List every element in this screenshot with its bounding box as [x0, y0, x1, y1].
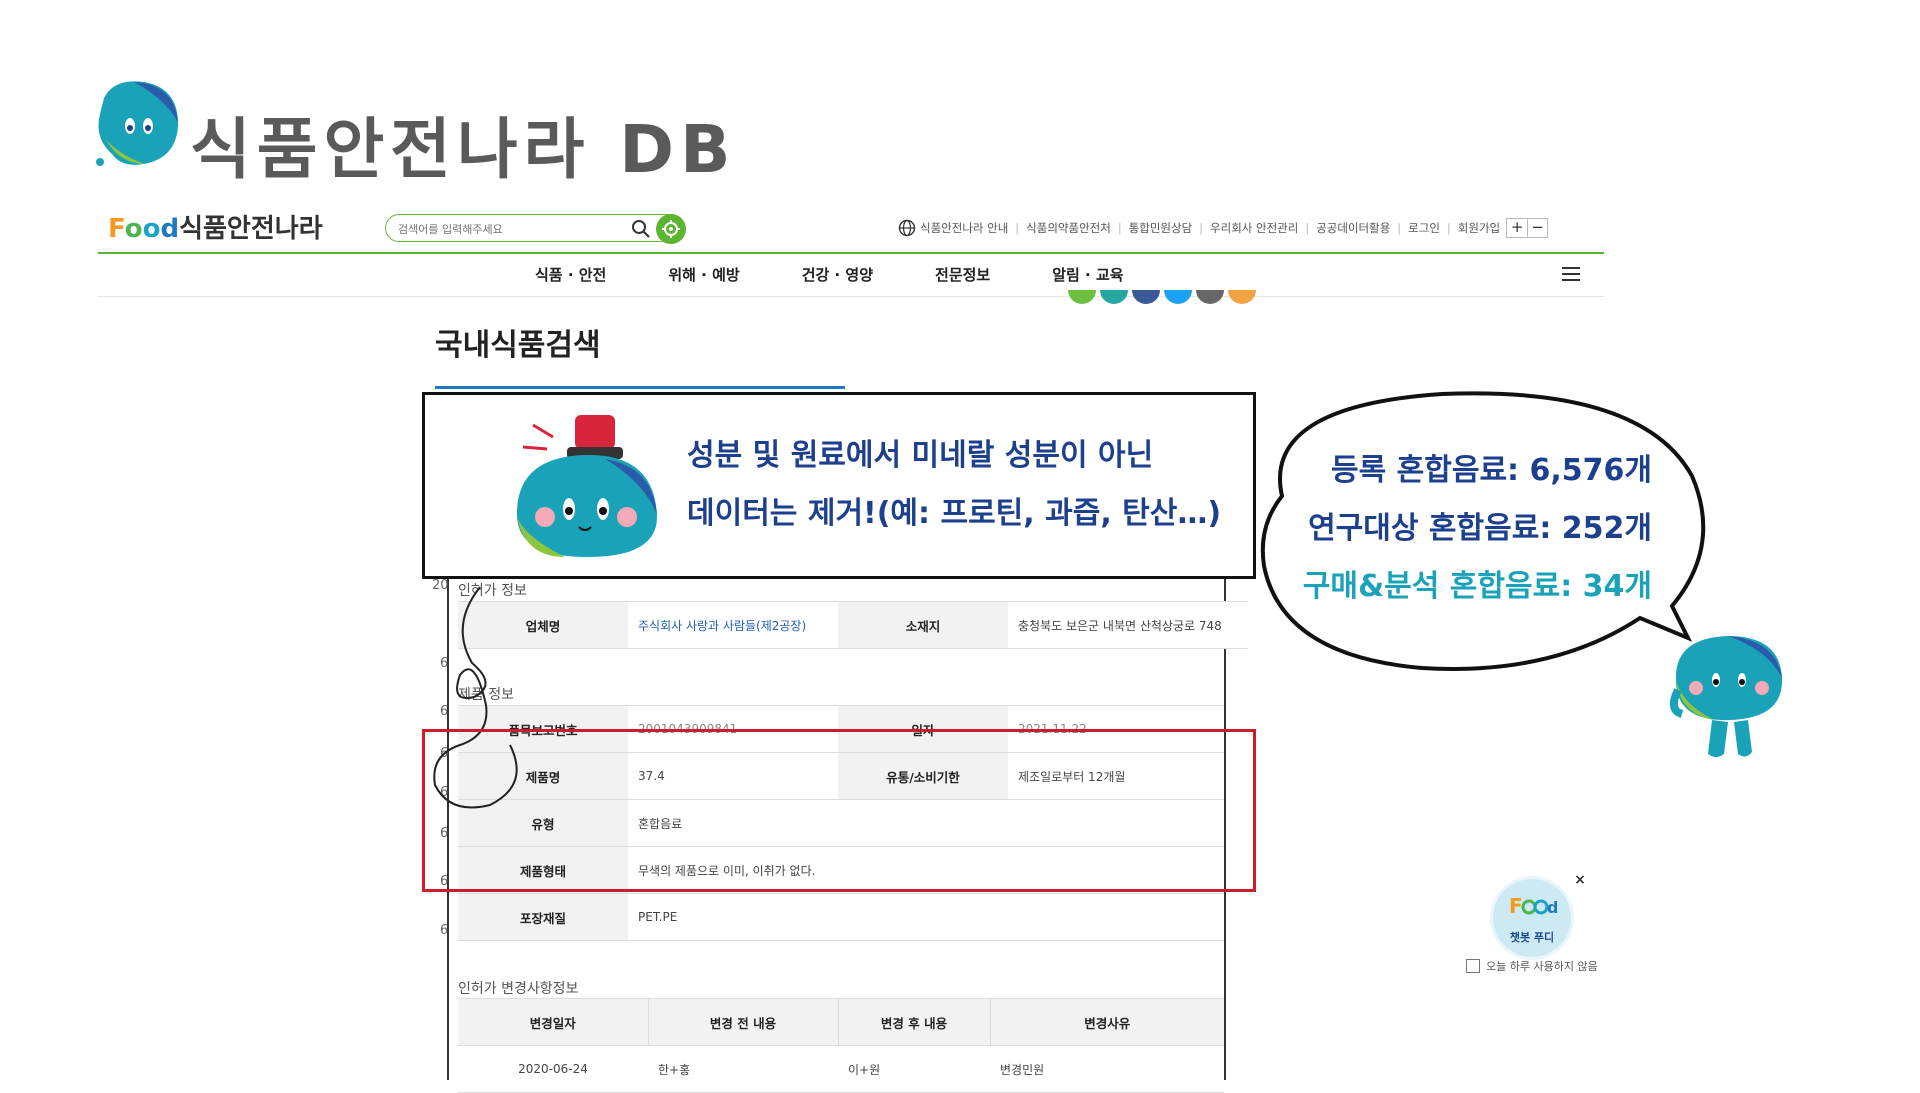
nav-expert-info[interactable]: 전문정보: [935, 264, 990, 285]
share-blog-icon[interactable]: [1196, 290, 1224, 304]
header-packaging: 포장재질: [458, 893, 628, 941]
no-show-label: 오늘 하루 사용하지 않음: [1486, 960, 1598, 973]
callout-box: 성분 및 원료에서 미네랄 성분이 아닌 데이터는 제거!(예: 프로틴, 과즙…: [422, 392, 1256, 579]
search-settings-button[interactable]: [656, 214, 686, 244]
logo-letter-f: F: [108, 214, 125, 244]
col-change-date: 변경일자: [458, 998, 649, 1046]
nav-food-safety[interactable]: 식품 · 안전: [535, 264, 606, 285]
company-name-link[interactable]: 주식회사 사랑과 사람들(제2공장): [628, 601, 838, 649]
stat-registered: 등록 혼합음료: 6,576개: [1331, 453, 1652, 488]
page-heading: 국내식품검색: [435, 328, 601, 363]
zoom-in-button[interactable]: +: [1507, 219, 1527, 237]
no-show-today[interactable]: 오늘 하루 사용하지 않음: [1466, 958, 1598, 974]
heading-underline: [435, 386, 845, 389]
svg-text:F: F: [1509, 894, 1523, 918]
before-cell: 한+홍: [648, 1045, 838, 1093]
table-header-row: 변경일자 변경 전 내용 변경 후 내용 변경사유: [458, 998, 1224, 1046]
callout-text: 성분 및 원료에서 미네랄 성분이 아닌 데이터는 제거!(예: 프로틴, 과즙…: [687, 427, 1221, 543]
change-date-cell: 2020-06-24: [458, 1045, 648, 1093]
utility-link-login[interactable]: 로그인: [1408, 220, 1440, 236]
search-box: [385, 214, 686, 244]
logo-letter-d: d: [160, 214, 180, 244]
logo-letter-o: o: [124, 214, 143, 244]
table-row: 2020-06-24 한+홍 이+원 변경민원: [458, 1045, 1224, 1093]
nav-hazard-prevention[interactable]: 위해 · 예방: [668, 264, 739, 285]
table-row: 업체명 주식회사 사랑과 사람들(제2공장) 소재지 충청북도 보은군 내북면 …: [458, 601, 1248, 649]
header-address: 소재지: [838, 601, 1008, 649]
stats-panel: 등록 혼합음료: 6,576개 연구대상 혼합음료: 252개 구매&분석 혼합…: [1300, 445, 1652, 645]
col-after: 변경 후 내용: [838, 998, 991, 1046]
share-buttons: [1068, 290, 1256, 304]
mascot-logo-icon: [96, 81, 179, 166]
siren-mascot-icon: [516, 415, 657, 557]
reason-cell: 변경민원: [990, 1045, 1224, 1093]
share-link-icon[interactable]: [1100, 290, 1128, 304]
chatbot-button[interactable]: F d 챗봇 푸디: [1490, 876, 1574, 960]
utility-link-mfds[interactable]: 식품의약품안전처: [1026, 220, 1111, 236]
zoom-control: + −: [1506, 218, 1549, 238]
utility-link-opendata[interactable]: 공공데이터활용: [1316, 220, 1390, 236]
search-input[interactable]: [398, 220, 628, 238]
share-twitter-icon[interactable]: [1164, 290, 1192, 304]
address-value: 충청북도 보은군 내북면 산척상궁로 748: [1008, 601, 1248, 649]
no-show-checkbox[interactable]: [1466, 959, 1480, 973]
chatbot-icon: F d: [1509, 894, 1557, 918]
share-print-icon[interactable]: [1068, 290, 1096, 304]
nav-notice-education[interactable]: 알림 · 교육: [1052, 264, 1123, 285]
utility-link-about[interactable]: 식품안전나라 안내: [920, 220, 1008, 236]
slide-title: 식품안전나라 DB: [190, 111, 737, 188]
chatbot-label: 챗봇 푸디: [1509, 931, 1555, 944]
highlight-box: [422, 729, 1256, 892]
nav-divider: [98, 296, 1604, 297]
utility-nav: 식품안전나라 안내 | 식품의약품안전처 | 통합민원상담 | 우리회사 안전관리 | …: [898, 218, 1549, 238]
col-reason: 변경사유: [990, 998, 1224, 1046]
utility-link-signup[interactable]: 회원가입: [1458, 220, 1500, 236]
utility-link-civil[interactable]: 통합민원상담: [1129, 220, 1192, 236]
nav-health-nutrition[interactable]: 건강 · 영양: [802, 264, 873, 285]
callout-line-2: 데이터는 제거!(예: 프로틴, 과즙, 탄산…): [687, 496, 1222, 531]
share-kakao-icon[interactable]: [1228, 290, 1256, 304]
main-nav: 식품 · 안전 위해 · 예방 건강 · 영양 전문정보 알림 · 교육: [535, 264, 1186, 285]
list-number: 6: [440, 923, 449, 938]
col-before: 변경 전 내용: [648, 998, 839, 1046]
zoom-out-button[interactable]: −: [1527, 219, 1547, 237]
header-divider: [98, 252, 1604, 254]
change-section-label: 인허가 변경사항정보: [458, 981, 579, 997]
stat-research: 연구대상 혼합음료: 252개: [1308, 511, 1652, 546]
search-icon[interactable]: [630, 218, 652, 240]
share-facebook-icon[interactable]: [1132, 290, 1160, 304]
callout-line-1: 성분 및 원료에서 미네랄 성분이 아닌: [687, 438, 1154, 473]
gear-icon: [662, 220, 680, 238]
svg-text:d: d: [1547, 898, 1557, 917]
site-logo[interactable]: Food식품안전나라: [108, 208, 323, 245]
globe-icon: [898, 219, 916, 237]
stat-purchase: 구매&분석 혼합음료: 34개: [1302, 569, 1652, 604]
after-cell: 이+원: [838, 1045, 990, 1093]
hamburger-menu-icon[interactable]: [1562, 266, 1580, 282]
table-row: 포장재질 PET.PE: [458, 893, 1224, 941]
packaging-value: PET.PE: [628, 893, 1224, 941]
chatbot-close-button[interactable]: ×: [1572, 872, 1588, 888]
logo-letter-o2: o: [142, 214, 161, 244]
change-table: 변경일자 변경 전 내용 변경 후 내용 변경사유 2020-06-24 한+홍…: [458, 998, 1224, 1093]
mascot-character-icon: [1669, 636, 1783, 757]
logo-text: 식품안전나라: [179, 214, 323, 244]
license-table: 업체명 주식회사 사랑과 사람들(제2공장) 소재지 충청북도 보은군 내북면 …: [458, 601, 1248, 649]
utility-link-company[interactable]: 우리회사 안전관리: [1210, 220, 1298, 236]
